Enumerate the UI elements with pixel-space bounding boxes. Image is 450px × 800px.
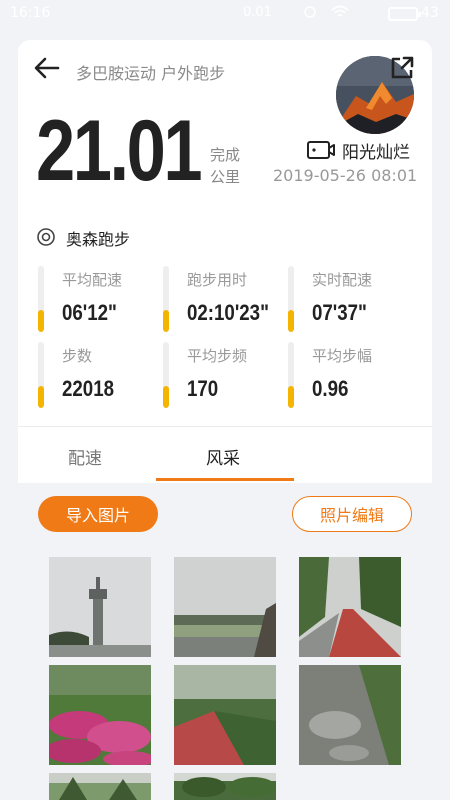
tab-style[interactable]: 风采 xyxy=(206,444,240,469)
edit-photo-button[interactable]: 照片编辑 xyxy=(292,496,412,532)
stat-level-fill xyxy=(288,310,294,332)
distance-label-km: 公里 xyxy=(210,168,241,186)
breadcrumb: 多巴胺运动 户外跑步 xyxy=(76,64,226,83)
stat-label: 平均配速 xyxy=(62,271,123,289)
stat-label: 实时配速 xyxy=(312,271,373,289)
stat-level-bar xyxy=(38,266,44,332)
distance-unit: 完成 公里 xyxy=(210,144,240,188)
battery-icon xyxy=(388,7,421,21)
tower-photo xyxy=(49,557,151,657)
stat-level-bar xyxy=(288,266,294,332)
photo-thumbnail-trees[interactable] xyxy=(49,773,151,800)
photo-thumbnail-flowers[interactable] xyxy=(49,665,151,765)
course-name: 奥森跑步 xyxy=(66,230,131,249)
battery-level: 43 xyxy=(421,5,439,21)
stat-item: 步数 22018 xyxy=(38,342,158,408)
stat-level-bar xyxy=(288,342,294,408)
stat-value: 06'12" xyxy=(62,300,117,325)
stat-label: 平均步幅 xyxy=(312,347,373,365)
location-target-icon xyxy=(37,228,55,246)
stat-value: 0.96 xyxy=(312,376,349,401)
stat-level-fill xyxy=(163,386,169,408)
tab-pace[interactable]: 配速 xyxy=(68,444,102,469)
status-time: 16:16 xyxy=(10,5,51,21)
distance-value: 21.01 xyxy=(36,103,203,199)
trees-photo xyxy=(49,773,151,800)
stat-level-bar xyxy=(163,266,169,332)
stat-label: 步数 xyxy=(62,347,93,365)
stat-value: 170 xyxy=(187,376,219,401)
track-photo xyxy=(299,557,401,657)
stat-level-fill xyxy=(38,310,44,332)
stat-label: 跑步用时 xyxy=(187,271,248,289)
photo-thumbnail-track[interactable] xyxy=(299,557,401,657)
alarm-icon xyxy=(304,6,316,18)
photo-thumbnail-forest[interactable] xyxy=(174,773,276,800)
username: 阳光灿烂 xyxy=(342,143,410,163)
tab-underline xyxy=(156,478,294,481)
stat-level-fill xyxy=(163,310,169,332)
stat-value: 02:10'23" xyxy=(187,300,269,325)
stat-item: 平均步频 170 xyxy=(163,342,283,408)
stat-item: 实时配速 07'37" xyxy=(288,266,408,332)
path-photo xyxy=(174,665,276,765)
forest-photo xyxy=(174,773,276,800)
camera-icon xyxy=(307,141,335,159)
stat-item: 跑步用时 02:10'23" xyxy=(163,266,283,332)
workout-datetime: 2019-05-26 08:01 xyxy=(273,166,418,185)
photo-thumbnail-tower[interactable] xyxy=(49,557,151,657)
status-bar: 16:16 0.01 43 xyxy=(0,0,450,28)
stat-level-bar xyxy=(38,342,44,408)
photo-thumbnail-wet-road[interactable] xyxy=(299,665,401,765)
divider xyxy=(18,426,432,427)
distance-label-complete: 完成 xyxy=(210,146,241,164)
stat-value: 22018 xyxy=(62,376,115,401)
photo-thumbnail-path[interactable] xyxy=(174,665,276,765)
stat-label: 平均步频 xyxy=(187,347,248,365)
stat-item: 平均配速 06'12" xyxy=(38,266,158,332)
flowers-photo xyxy=(49,665,151,765)
workout-card: 多巴胺运动 户外跑步 21.01 完成 公里 阳光灿烂 2019-05-26 0… xyxy=(18,40,432,800)
network-speed: 0.01 xyxy=(243,5,272,20)
stat-level-bar xyxy=(163,342,169,408)
lake-photo xyxy=(174,557,276,657)
stat-level-fill xyxy=(288,386,294,408)
wet-road-photo xyxy=(299,665,401,765)
stat-level-fill xyxy=(38,386,44,408)
wifi-icon xyxy=(331,5,349,17)
stat-item: 平均步幅 0.96 xyxy=(288,342,408,408)
photo-thumbnail-lake[interactable] xyxy=(174,557,276,657)
back-arrow-icon[interactable] xyxy=(32,54,62,82)
import-photo-button[interactable]: 导入图片 xyxy=(38,496,158,532)
share-icon[interactable] xyxy=(388,54,416,82)
status-icons xyxy=(303,5,349,19)
stat-value: 07'37" xyxy=(312,300,367,325)
